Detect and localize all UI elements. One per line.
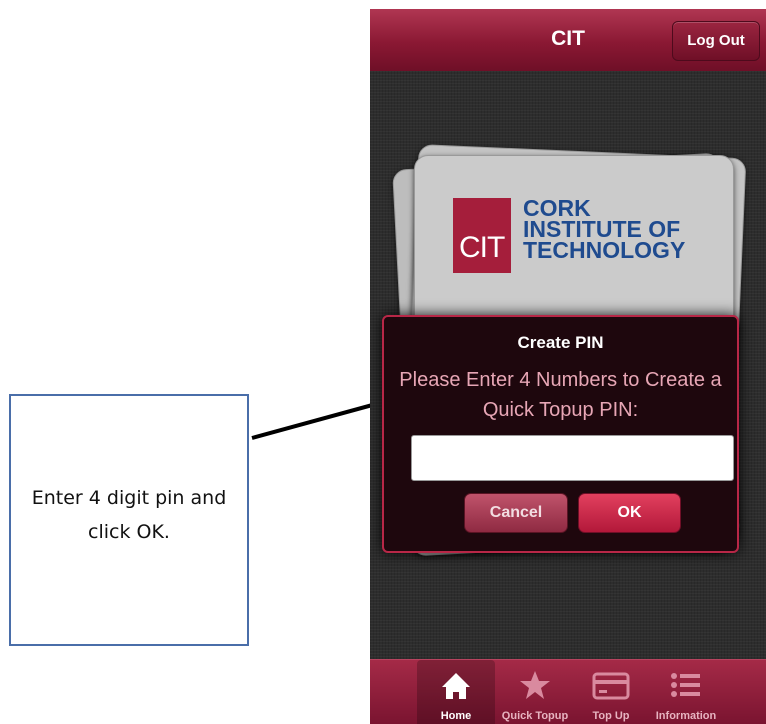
list-icon (671, 673, 700, 697)
navigation-bar: CIT Log Out (370, 9, 766, 72)
phone-screen: CIT Log Out CIT CORK INSTITUTE OF TECHNO… (370, 9, 766, 724)
home-icon (442, 673, 470, 699)
tab-information-label: Information (655, 710, 717, 722)
tab-top-up-label: Top Up (592, 710, 630, 722)
cancel-button[interactable]: Cancel (464, 493, 568, 533)
star-icon (520, 671, 550, 699)
dialog-title: Create PIN (517, 333, 604, 352)
main-content: CIT CORK INSTITUTE OF TECHNOLOGY Create … (370, 71, 766, 660)
tab-quick-topup[interactable]: Quick Topup (496, 660, 574, 724)
institute-name-line3: TECHNOLOGY (523, 237, 686, 263)
create-pin-dialog: Create PIN Please Enter 4 Numbers to Cre… (382, 315, 739, 553)
tab-information[interactable]: Information (647, 660, 725, 724)
ok-button[interactable]: OK (578, 493, 681, 533)
cit-logo-mark: CIT (459, 231, 505, 264)
callout-text: Enter 4 digit pin and click OK. (31, 487, 227, 543)
dialog-message: Please Enter 4 Numbers to Create a Quick… (399, 369, 722, 421)
tab-top-up[interactable]: Top Up (572, 660, 650, 724)
pin-input[interactable] (411, 435, 734, 481)
institute-name: CORK INSTITUTE OF TECHNOLOGY (523, 197, 733, 263)
cit-logo: CIT (453, 198, 511, 273)
tab-quick-topup-label: Quick Topup (501, 710, 569, 722)
instruction-callout: Enter 4 digit pin and click OK. (9, 394, 249, 646)
card-icon (592, 672, 630, 700)
logout-button[interactable]: Log Out (672, 21, 760, 61)
tab-bar: Home Quick Topup Top Up Information (370, 659, 766, 724)
tab-home[interactable]: Home (417, 660, 495, 724)
tab-home-label: Home (440, 710, 472, 722)
